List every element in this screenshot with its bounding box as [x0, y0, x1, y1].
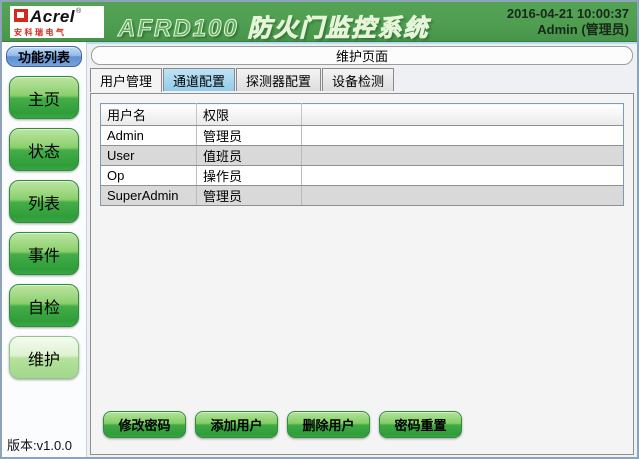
sidebar-item-maintenance[interactable]: 维护: [9, 336, 79, 379]
page-title: 维护页面: [91, 46, 633, 65]
main-area: 维护页面 用户管理 通道配置 探测器配置 设备检测 用户名 权限: [87, 42, 637, 457]
cell-empty: [302, 166, 624, 186]
user-table: 用户名 权限 Admin 管理员 User 值班员: [100, 103, 624, 206]
cell-empty: [302, 186, 624, 206]
sidebar-item-home[interactable]: 主页: [9, 76, 79, 119]
logo-brand-text: Acrel: [30, 8, 75, 25]
header-info: 2016-04-21 10:00:37 Admin (管理员): [507, 6, 629, 38]
change-password-button[interactable]: 修改密码: [103, 411, 186, 438]
app-body: 功能列表 主页 状态 列表 事件 自检 维护 版本:v1.0.0 维护页面 用户…: [2, 42, 637, 457]
version-label: 版本:v1.0.0: [7, 435, 72, 454]
tab-device-detection[interactable]: 设备检测: [322, 68, 394, 91]
app-title: AFRD100 防火门监控系统: [118, 8, 429, 43]
col-header-username: 用户名: [101, 104, 197, 126]
cell-role: 值班员: [197, 146, 302, 166]
table-row[interactable]: Op 操作员: [101, 166, 624, 186]
sidebar: 功能列表 主页 状态 列表 事件 自检 维护 版本:v1.0.0: [2, 42, 87, 457]
cell-username: Admin: [101, 126, 197, 146]
delete-user-button[interactable]: 删除用户: [287, 411, 370, 438]
cell-username: User: [101, 146, 197, 166]
logo-subtitle: 安科瑞电气: [14, 27, 100, 38]
cell-role: 管理员: [197, 186, 302, 206]
table-row[interactable]: User 值班员: [101, 146, 624, 166]
col-header-empty: [302, 104, 624, 126]
sidebar-item-events[interactable]: 事件: [9, 232, 79, 275]
cell-role: 操作员: [197, 166, 302, 186]
cell-username: SuperAdmin: [101, 186, 197, 206]
registered-trademark-icon: ®: [76, 8, 81, 15]
table-row[interactable]: SuperAdmin 管理员: [101, 186, 624, 206]
acrel-logo-icon: [14, 9, 28, 22]
current-user-label: Admin (管理员): [507, 22, 629, 38]
datetime-label: 2016-04-21 10:00:37: [507, 6, 629, 22]
sidebar-item-selfcheck[interactable]: 自检: [9, 284, 79, 327]
sidebar-item-status[interactable]: 状态: [9, 128, 79, 171]
sidebar-item-list[interactable]: 列表: [9, 180, 79, 223]
app-header: Acrel ® 安科瑞电气 AFRD100 防火门监控系统 2016-04-21…: [2, 2, 637, 42]
tab-user-management[interactable]: 用户管理: [90, 68, 162, 92]
sidebar-header: 功能列表: [6, 46, 82, 67]
app-window: Acrel ® 安科瑞电气 AFRD100 防火门监控系统 2016-04-21…: [0, 0, 639, 459]
table-header-row: 用户名 权限: [101, 104, 624, 126]
acrel-logo: Acrel ® 安科瑞电气: [10, 6, 104, 38]
action-button-row: 修改密码 添加用户 删除用户 密码重置: [103, 411, 462, 438]
cell-role: 管理员: [197, 126, 302, 146]
tab-panel: 用户名 权限 Admin 管理员 User 值班员: [90, 93, 634, 455]
cell-empty: [302, 126, 624, 146]
cell-username: Op: [101, 166, 197, 186]
table-row[interactable]: Admin 管理员: [101, 126, 624, 146]
tab-channel-config[interactable]: 通道配置: [163, 68, 235, 91]
cell-empty: [302, 146, 624, 166]
tab-detector-config[interactable]: 探测器配置: [236, 68, 321, 91]
tab-bar: 用户管理 通道配置 探测器配置 设备检测: [90, 68, 637, 91]
col-header-role: 权限: [197, 104, 302, 126]
reset-password-button[interactable]: 密码重置: [379, 411, 462, 438]
add-user-button[interactable]: 添加用户: [195, 411, 278, 438]
